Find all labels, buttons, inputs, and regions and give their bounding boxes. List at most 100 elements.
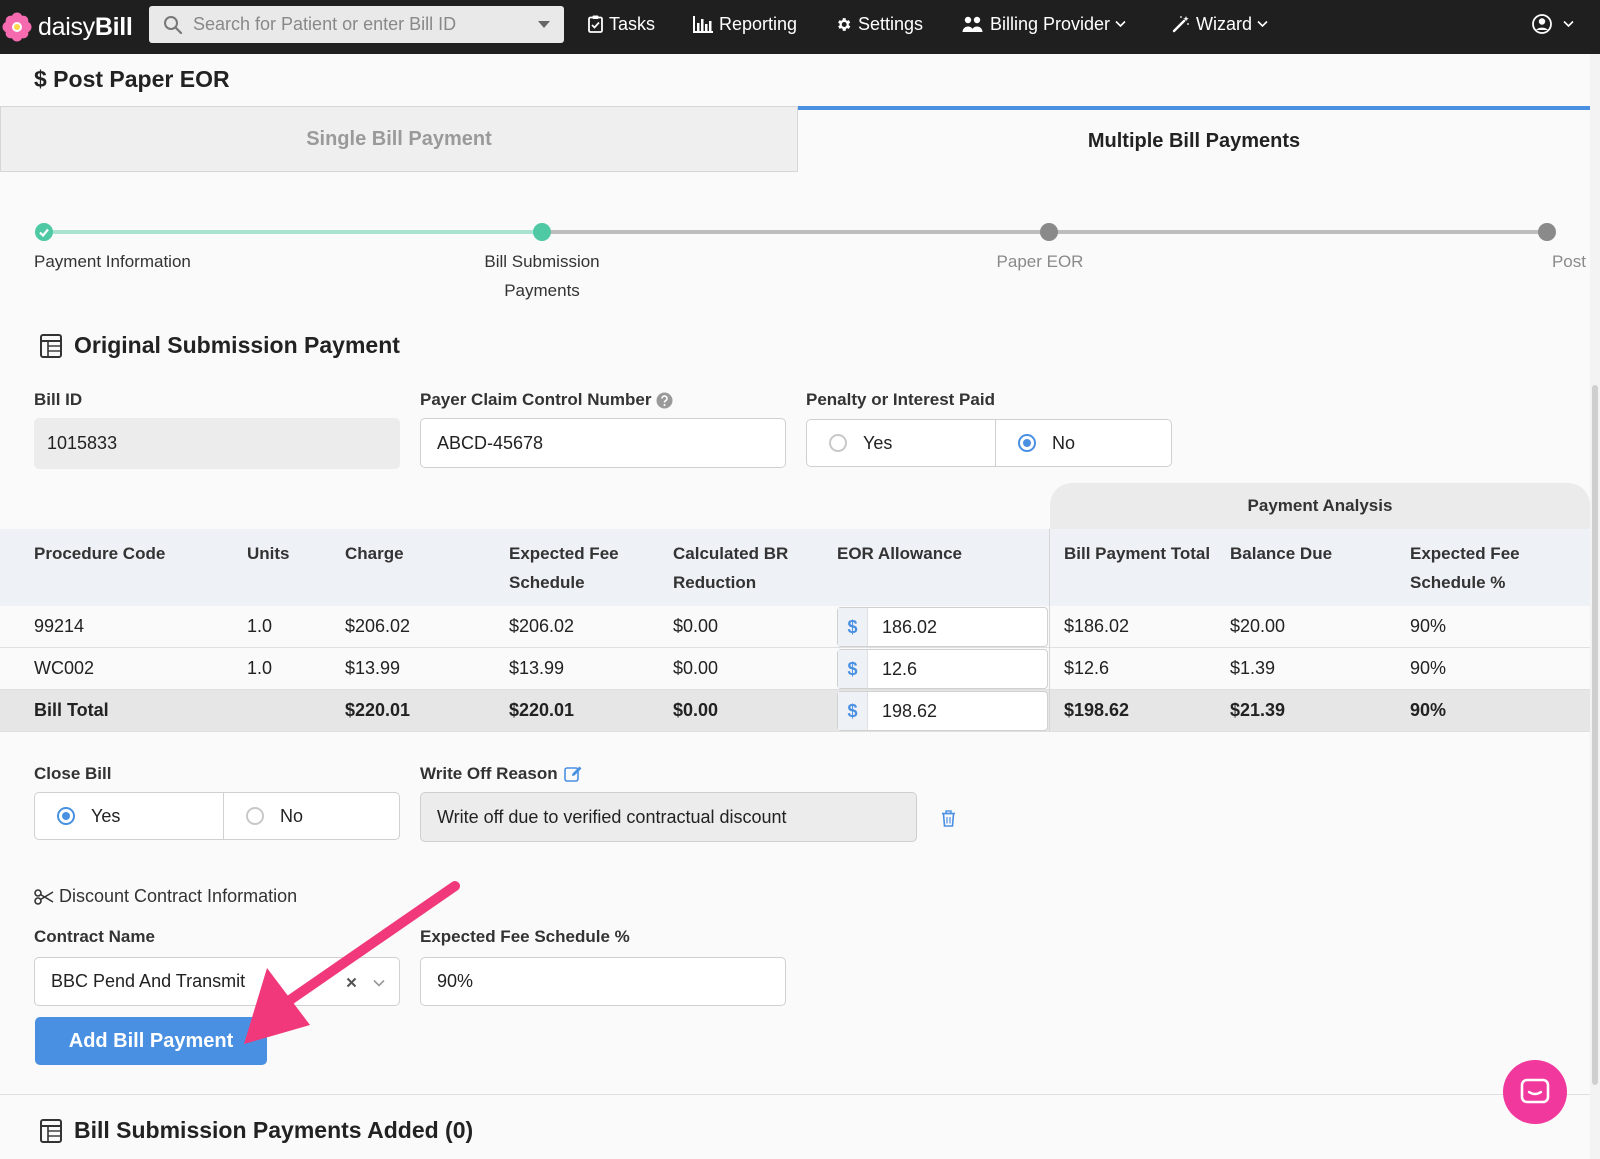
th-line-2: Schedule <box>509 573 585 592</box>
write-off-reason-input[interactable]: Write off due to verified contractual di… <box>420 792 917 842</box>
stepper-line-complete <box>44 230 542 234</box>
daisy-flower-icon <box>2 12 32 42</box>
penalty-label: Penalty or Interest Paid <box>806 390 995 409</box>
cell-br-reduction: $0.00 <box>673 616 719 636</box>
top-nav: daisyBill Tasks Reporting Setting <box>0 0 1600 54</box>
close-bill-no-option[interactable]: No <box>223 793 399 839</box>
th-procedure-code: Procedure Code <box>34 544 166 563</box>
penalty-no-radio[interactable] <box>1018 434 1036 452</box>
cell-total-bill-payment-total: $198.62 <box>1064 700 1130 720</box>
chevron-down-icon <box>1257 20 1268 28</box>
bill-id-field: 1015833 <box>34 418 400 469</box>
step-dot-paper-eor[interactable] <box>1040 223 1058 241</box>
step-dot-payment-information[interactable] <box>35 223 53 241</box>
add-bill-payment-button[interactable]: Add Bill Payment <box>35 1017 267 1065</box>
tab-multiple-bill-payments[interactable]: Multiple Bill Payments <box>798 106 1590 172</box>
chat-icon <box>1520 1078 1550 1104</box>
cell-br-reduction: $0.00 <box>673 658 719 678</box>
pccn-label-text: Payer Claim Control Number <box>420 390 652 409</box>
gear-icon <box>838 17 851 31</box>
search-icon <box>164 15 183 34</box>
close-bill-label: Close Bill <box>34 764 112 783</box>
chat-launcher-button[interactable] <box>1503 1060 1567 1124</box>
logo-text-bold: Bill <box>94 12 133 41</box>
currency-symbol: $ <box>838 692 868 730</box>
cell-procedure-code: WC002 <box>34 658 95 678</box>
users-icon <box>962 16 983 32</box>
th-line-1: Expected Fee <box>509 544 619 563</box>
eor-allowance-value: 186.02 <box>882 616 938 637</box>
write-off-label: Write Off Reason <box>420 764 583 784</box>
penalty-yes-radio[interactable] <box>829 434 847 452</box>
pccn-value: ABCD-45678 <box>437 432 544 453</box>
step-label-payment-information: Payment Information <box>34 252 191 271</box>
penalty-no-label: No <box>1052 432 1076 453</box>
search-dropdown-caret-icon[interactable] <box>538 21 550 28</box>
nav-wizard-label: Wizard <box>1196 13 1253 34</box>
cell-expected-fee-schedule: $206.02 <box>509 616 575 636</box>
nav-settings[interactable]: Settings <box>835 0 923 48</box>
eor-allowance-input[interactable]: $ 12.6 <box>837 649 1048 689</box>
nav-wizard[interactable]: Wizard <box>1172 0 1274 48</box>
eor-allowance-total-value: 198.62 <box>882 700 938 721</box>
table-column-divider <box>1049 529 1050 731</box>
step-label-line-2: Payments <box>504 281 580 300</box>
section-title-payments-added: Bill Submission Payments Added (0) <box>40 1117 473 1144</box>
search-box[interactable] <box>149 6 564 43</box>
penalty-radio-group: Yes No <box>806 419 1172 467</box>
user-menu[interactable] <box>1532 0 1580 48</box>
help-question-icon[interactable] <box>656 392 673 409</box>
contract-name-label: Contract Name <box>34 927 155 946</box>
bill-id-label: Bill ID <box>34 390 83 409</box>
eor-allowance-total-input[interactable]: $ 198.62 <box>837 691 1048 731</box>
close-bill-no-label: No <box>280 805 304 826</box>
nav-settings-label: Settings <box>858 13 924 34</box>
close-bill-no-radio[interactable] <box>246 807 264 825</box>
nav-billing-provider[interactable]: Billing Provider <box>962 0 1132 48</box>
bar-chart-icon <box>693 15 713 33</box>
table-header: Procedure Code Units Charge Expected Fee… <box>0 529 1590 606</box>
th-expected-fee-schedule-pct: Expected Fee Schedule % <box>1410 539 1520 597</box>
close-bill-yes-radio[interactable] <box>57 807 75 825</box>
section-title-original-submission: Original Submission Payment <box>40 332 400 359</box>
chevron-down-icon[interactable] <box>373 979 385 987</box>
step-dot-post[interactable] <box>1538 223 1556 241</box>
payment-tabs: Single Bill Payment Multiple Bill Paymen… <box>0 106 1590 172</box>
cell-charge: $206.02 <box>345 616 411 636</box>
nav-reporting-label: Reporting <box>719 13 798 34</box>
contract-name-select[interactable]: BBC Pend And Transmit <box>34 957 400 1006</box>
step-dot-bill-submission-payments[interactable] <box>533 223 551 241</box>
currency-symbol: $ <box>838 608 868 646</box>
checkmark-icon <box>39 228 49 238</box>
th-charge: Charge <box>345 544 404 563</box>
cell-expected-fee-schedule-pct: 90% <box>1410 658 1447 678</box>
close-bill-yes-option[interactable]: Yes <box>35 793 223 839</box>
efs-percent-input[interactable]: 90% <box>420 957 786 1006</box>
currency-symbol: $ <box>838 650 868 688</box>
bill-id-value: 1015833 <box>47 433 118 453</box>
nav-reporting[interactable]: Reporting <box>693 0 797 48</box>
tab-single-bill-payment[interactable]: Single Bill Payment <box>0 106 798 172</box>
step-label-bill-submission-payments: Bill Submission Payments <box>442 247 642 305</box>
discount-contract-title: Discount Contract Information <box>59 886 298 906</box>
scissors-icon <box>34 888 54 905</box>
nav-tasks[interactable]: Tasks <box>588 0 655 48</box>
cell-total-balance-due: $21.39 <box>1230 700 1286 720</box>
section-title-text: Original Submission Payment <box>74 332 400 358</box>
edit-icon[interactable] <box>563 765 583 783</box>
search-input[interactable] <box>193 14 523 35</box>
page-scrollbar-thumb[interactable] <box>1592 385 1598 1085</box>
penalty-no-option[interactable]: No <box>995 420 1171 466</box>
th-line-2: Schedule % <box>1410 573 1506 592</box>
logo[interactable]: daisyBill <box>0 6 133 48</box>
nav-billing-provider-label: Billing Provider <box>990 13 1111 34</box>
clear-x-icon[interactable] <box>346 977 357 988</box>
penalty-yes-option[interactable]: Yes <box>807 420 995 466</box>
eor-allowance-input[interactable]: $ 186.02 <box>837 607 1048 647</box>
cell-balance-due: $20.00 <box>1230 616 1286 636</box>
th-units: Units <box>247 544 290 563</box>
ledger-icon <box>40 1118 62 1143</box>
step-label-paper-eor: Paper EOR <box>996 252 1084 271</box>
pccn-input[interactable]: ABCD-45678 <box>420 418 786 468</box>
trash-icon[interactable] <box>941 810 956 827</box>
